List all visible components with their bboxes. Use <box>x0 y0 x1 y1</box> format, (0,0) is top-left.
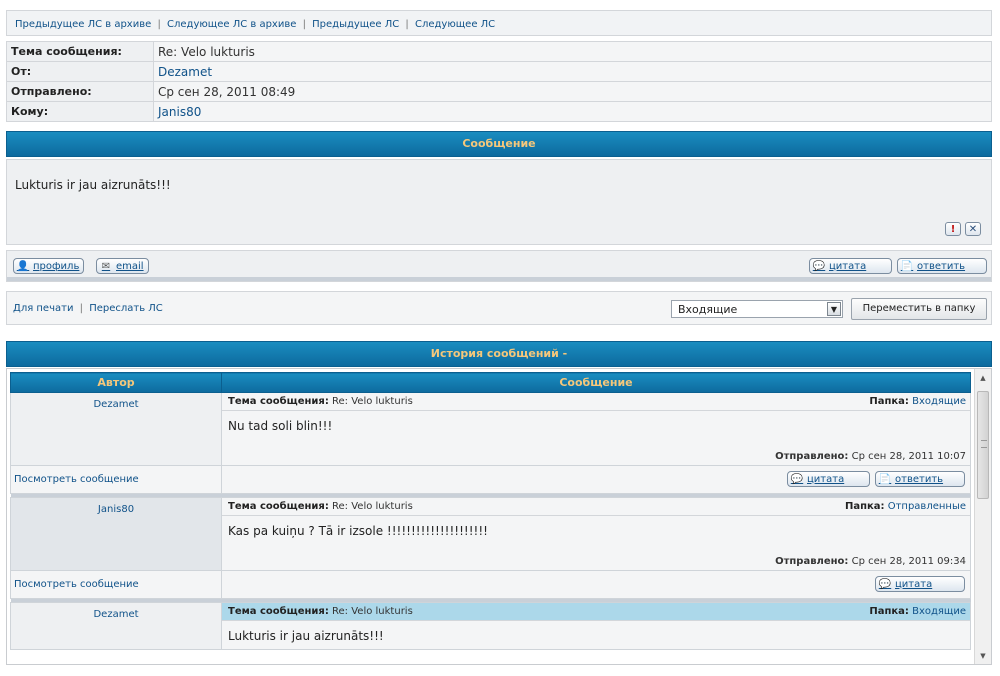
history-author-link[interactable]: Dezamet <box>93 399 138 410</box>
message-text: Lukturis ir jau aizrunāts!!! <box>15 178 171 192</box>
subject-value: Re: Velo lukturis <box>153 41 992 62</box>
scroll-thumb[interactable] <box>977 391 989 499</box>
print-link[interactable]: Для печати <box>13 303 73 314</box>
history-folder-link[interactable]: Отправленные <box>888 501 966 512</box>
message-column-header: Сообщение <box>221 372 971 393</box>
history-content-cell: Тема сообщения: Re: Velo lukturis Папка:… <box>221 602 971 650</box>
next-message-link[interactable]: Следующее ЛС <box>415 19 495 30</box>
quote-bubble-icon: 💬 <box>878 578 892 590</box>
view-message-link[interactable]: Посмотреть сообщение <box>14 474 139 485</box>
history-author-cell: Dezamet <box>10 602 222 650</box>
scroll-down-icon[interactable]: ▼ <box>975 647 991 664</box>
history-author-link[interactable]: Janis80 <box>98 504 134 515</box>
history-quote-button[interactable]: 💬 цитата <box>875 576 965 592</box>
message-header-table: Тема сообщения: Re: Velo lukturis От: De… <box>6 41 992 122</box>
to-user-link[interactable]: Janis80 <box>158 105 201 119</box>
folder-select-value: Входящие <box>678 303 738 316</box>
history-table: Автор Сообщение Dezamet Тема сообщения: … <box>10 372 971 650</box>
next-archive-link[interactable]: Следующее ЛС в архиве <box>167 19 296 30</box>
footer-divider <box>7 277 991 281</box>
history-body: Lukturis ir jau aizrunāts!!! <box>228 629 384 643</box>
history-scrollbar[interactable]: ▲ ▼ <box>974 369 991 664</box>
profile-label: профиль <box>33 260 80 272</box>
history-heading: История сообщений - <box>6 341 992 367</box>
nav-separator: | <box>302 19 306 30</box>
history-reply-label: ответить <box>895 473 944 485</box>
from-user-link[interactable]: Dezamet <box>158 65 212 79</box>
sent-value: Ср сен 28, 2011 08:49 <box>153 81 992 102</box>
quote-button[interactable]: 💬 цитата <box>809 258 892 274</box>
history-folder-label: Папка: <box>869 396 909 407</box>
prev-archive-link[interactable]: Предыдущее ЛС в архиве <box>15 19 151 30</box>
nav-separator: | <box>157 19 161 30</box>
profile-icon: 👤 <box>16 260 30 272</box>
history-content-cell: Тема сообщения: Re: Velo lukturis Папка:… <box>221 497 971 571</box>
history-subject: Re: Velo lukturis <box>332 396 413 407</box>
delete-icon[interactable]: ✕ <box>965 222 981 236</box>
chevron-down-icon[interactable]: ▼ <box>827 302 841 316</box>
history-quote-label: цитата <box>807 473 845 485</box>
history-body: Nu tad soli blin!!! <box>228 419 333 433</box>
message-heading: Сообщение <box>6 131 992 157</box>
report-icon[interactable]: ! <box>945 222 961 236</box>
subject-label: Тема сообщения: <box>6 41 154 62</box>
history-sent: Ср сен 28, 2011 10:07 <box>851 451 966 462</box>
history-folder-label: Папка: <box>844 501 885 512</box>
scroll-grip-icon <box>981 440 987 448</box>
message-body: Lukturis ir jau aizrunāts!!! ! ✕ <box>6 159 992 245</box>
history-content-cell: Тема сообщения: Re: Velo lukturis Папка:… <box>221 392 971 466</box>
history-row: Dezamet Тема сообщения: Re: Velo lukturi… <box>10 602 971 650</box>
nav-separator: | <box>405 19 409 30</box>
history-row: Dezamet Тема сообщения: Re: Velo lukturi… <box>10 392 971 466</box>
history-subject-label: Тема сообщения: <box>228 396 329 407</box>
history-author-cell: Dezamet <box>10 392 222 466</box>
history-sent: Ср сен 28, 2011 09:34 <box>851 556 966 567</box>
history-reply-button[interactable]: 📄 ответить <box>875 471 965 487</box>
history-author-link[interactable]: Dezamet <box>93 609 138 620</box>
history-sent-label: Отправлено: <box>775 556 849 567</box>
folder-select[interactable]: Входящие ▼ <box>671 300 843 318</box>
message-navigation: Предыдущее ЛС в архиве | Следующее ЛС в … <box>6 10 992 36</box>
history-row: Janis80 Тема сообщения: Re: Velo lukturi… <box>10 497 971 571</box>
prev-message-link[interactable]: Предыдущее ЛС <box>312 19 399 30</box>
history-subject: Re: Velo lukturis <box>332 501 413 512</box>
history-folder-link[interactable]: Входящие <box>912 396 966 407</box>
forward-link[interactable]: Переслать ЛС <box>89 303 163 314</box>
message-actions-bar: Для печати | Переслать ЛС Входящие ▼ Пер… <box>6 291 992 325</box>
reply-document-icon: 📄 <box>900 260 914 272</box>
reply-document-icon: 📄 <box>878 473 892 485</box>
reply-button[interactable]: 📄 ответить <box>897 258 987 274</box>
quote-label: цитата <box>829 260 867 272</box>
history-folder-label: Папка: <box>869 606 909 617</box>
move-to-folder-button[interactable]: Переместить в папку <box>851 298 987 320</box>
history-subject-label: Тема сообщения: <box>228 501 329 512</box>
message-footer: 👤 профиль ✉ email 💬 цитата 📄 ответить <box>6 250 992 282</box>
history-subject: Re: Velo lukturis <box>332 606 413 617</box>
envelope-icon: ✉ <box>101 260 111 272</box>
profile-button[interactable]: 👤 профиль <box>13 258 85 274</box>
history-frame: Автор Сообщение Dezamet Тема сообщения: … <box>6 368 992 665</box>
from-label: От: <box>6 61 154 82</box>
history-quote-button[interactable]: 💬 цитата <box>787 471 870 487</box>
sent-label: Отправлено: <box>6 81 154 102</box>
author-column-header: Автор <box>10 372 222 393</box>
history-author-cell: Janis80 <box>10 497 222 571</box>
history-quote-label: цитата <box>895 578 933 590</box>
email-label: email <box>116 260 144 272</box>
history-folder-link[interactable]: Входящие <box>912 606 966 617</box>
history-sent-label: Отправлено: <box>775 451 849 462</box>
quote-bubble-icon: 💬 <box>812 260 826 272</box>
history-body: Kas pa kuiņu ? Tā ir izsole !!!!!!!!!!!!… <box>228 524 488 538</box>
view-message-link[interactable]: Посмотреть сообщение <box>14 579 139 590</box>
reply-label: ответить <box>917 260 966 272</box>
history-subject-label: Тема сообщения: <box>228 606 329 617</box>
action-separator: | <box>79 303 84 314</box>
scroll-up-icon[interactable]: ▲ <box>975 369 991 386</box>
quote-bubble-icon: 💬 <box>790 473 804 485</box>
to-label: Кому: <box>6 101 154 122</box>
email-button[interactable]: ✉ email <box>96 258 149 274</box>
